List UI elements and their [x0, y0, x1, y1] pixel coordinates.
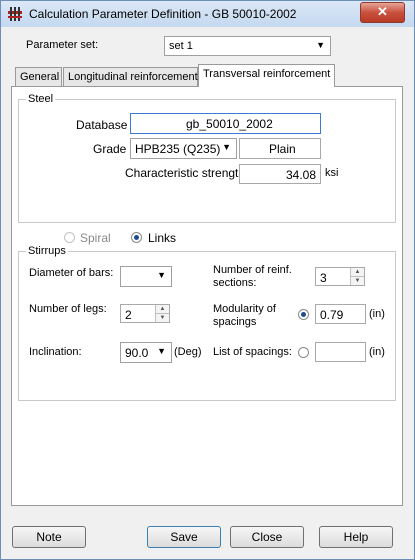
- database-label: Database: [76, 118, 128, 132]
- links-label: Links: [148, 231, 177, 245]
- note-button[interactable]: Note: [12, 526, 86, 548]
- inclination-unit: (Deg): [174, 346, 202, 358]
- parameter-set-select[interactable]: set 1 ▼: [164, 36, 331, 56]
- list-of-spacings-input[interactable]: [315, 342, 366, 362]
- modularity-value: 0.79: [320, 308, 344, 322]
- characteristic-strength-input[interactable]: 34.08: [239, 164, 321, 184]
- modularity-radio[interactable]: [298, 309, 309, 320]
- chevron-down-icon: ▼: [157, 270, 166, 280]
- grade-select[interactable]: HPB235 (Q235) ▼: [130, 138, 237, 159]
- diameter-of-bars-label: Diameter of bars:: [29, 267, 114, 279]
- close-window-button[interactable]: ✕: [360, 2, 405, 23]
- close-button[interactable]: Close: [230, 526, 304, 548]
- tab-transversal-reinforcement[interactable]: Transversal reinforcement: [198, 64, 335, 87]
- links-radio[interactable]: [131, 232, 142, 243]
- inclination-select[interactable]: 90.0 ▼: [120, 342, 172, 363]
- inclination-value: 90.0: [125, 346, 149, 360]
- app-icon: [8, 7, 22, 21]
- grade-value: HPB235 (Q235): [135, 142, 221, 156]
- list-of-spacings-unit: (in): [369, 346, 385, 358]
- window-title: Calculation Parameter Definition - GB 50…: [29, 7, 297, 21]
- reinf-sections-stepper[interactable]: 3 ▲ ▼: [315, 267, 365, 286]
- tab-general-label: General: [20, 71, 60, 83]
- tab-general[interactable]: General: [15, 67, 62, 87]
- spiral-radio[interactable]: [64, 232, 75, 243]
- spiral-label: Spiral: [80, 231, 111, 245]
- characteristic-strength-value: 34.08: [285, 168, 316, 182]
- dialog-window: Calculation Parameter Definition - GB 50…: [0, 0, 415, 560]
- surface-type-value: Plain: [269, 142, 296, 156]
- stirrups-group-legend: Stirrups: [26, 245, 68, 257]
- reinf-sections-label-line1: Number of reinf.: [213, 264, 292, 276]
- tab-transversal-label: Transversal reinforcement: [203, 68, 331, 80]
- stepper-down-icon[interactable]: ▼: [155, 314, 169, 322]
- modularity-unit: (in): [369, 308, 385, 320]
- database-value: gb_50010_2002: [186, 117, 273, 131]
- stepper-up-icon[interactable]: ▲: [155, 305, 169, 314]
- modularity-label-line1: Modularity of: [213, 303, 276, 315]
- characteristic-strength-unit: ksi: [325, 167, 339, 179]
- title-bar: Calculation Parameter Definition - GB 50…: [1, 1, 414, 27]
- parameter-set-label: Parameter set:: [26, 39, 99, 51]
- stepper-down-icon[interactable]: ▼: [350, 277, 364, 285]
- list-of-spacings-radio[interactable]: [298, 347, 309, 358]
- chevron-down-icon: ▼: [316, 40, 325, 50]
- inclination-label: Inclination:: [29, 346, 82, 358]
- chevron-down-icon: ▼: [222, 142, 231, 152]
- close-icon: ✕: [377, 4, 388, 19]
- parameter-set-value: set 1: [169, 40, 193, 52]
- reinf-sections-value: 3: [320, 271, 327, 285]
- tab-longitudinal-label: Longitudinal reinforcement: [68, 71, 198, 83]
- number-of-legs-value: 2: [125, 308, 132, 322]
- surface-type-field: Plain: [239, 138, 321, 159]
- save-button[interactable]: Save: [147, 526, 221, 548]
- database-input[interactable]: gb_50010_2002: [130, 113, 321, 134]
- reinf-sections-label-line2: sections:: [213, 277, 257, 289]
- modularity-input[interactable]: 0.79: [315, 304, 366, 324]
- tab-longitudinal-reinforcement[interactable]: Longitudinal reinforcement: [63, 67, 198, 87]
- number-of-legs-stepper[interactable]: 2 ▲ ▼: [120, 304, 170, 323]
- characteristic-strength-label: Characteristic strength: [125, 166, 246, 180]
- number-of-legs-label: Number of legs:: [29, 303, 107, 315]
- modularity-label-line2: spacings: [213, 316, 257, 328]
- stepper-up-icon[interactable]: ▲: [350, 268, 364, 277]
- list-of-spacings-label: List of spacings:: [213, 346, 292, 358]
- steel-group-legend: Steel: [26, 93, 56, 105]
- help-button[interactable]: Help: [319, 526, 393, 548]
- chevron-down-icon: ▼: [157, 346, 166, 356]
- diameter-of-bars-select[interactable]: ▼: [120, 266, 172, 287]
- grade-label: Grade: [93, 142, 127, 156]
- transversal-reinforcement-panel: Steel Database gb_50010_2002 Grade HPB23…: [11, 86, 403, 506]
